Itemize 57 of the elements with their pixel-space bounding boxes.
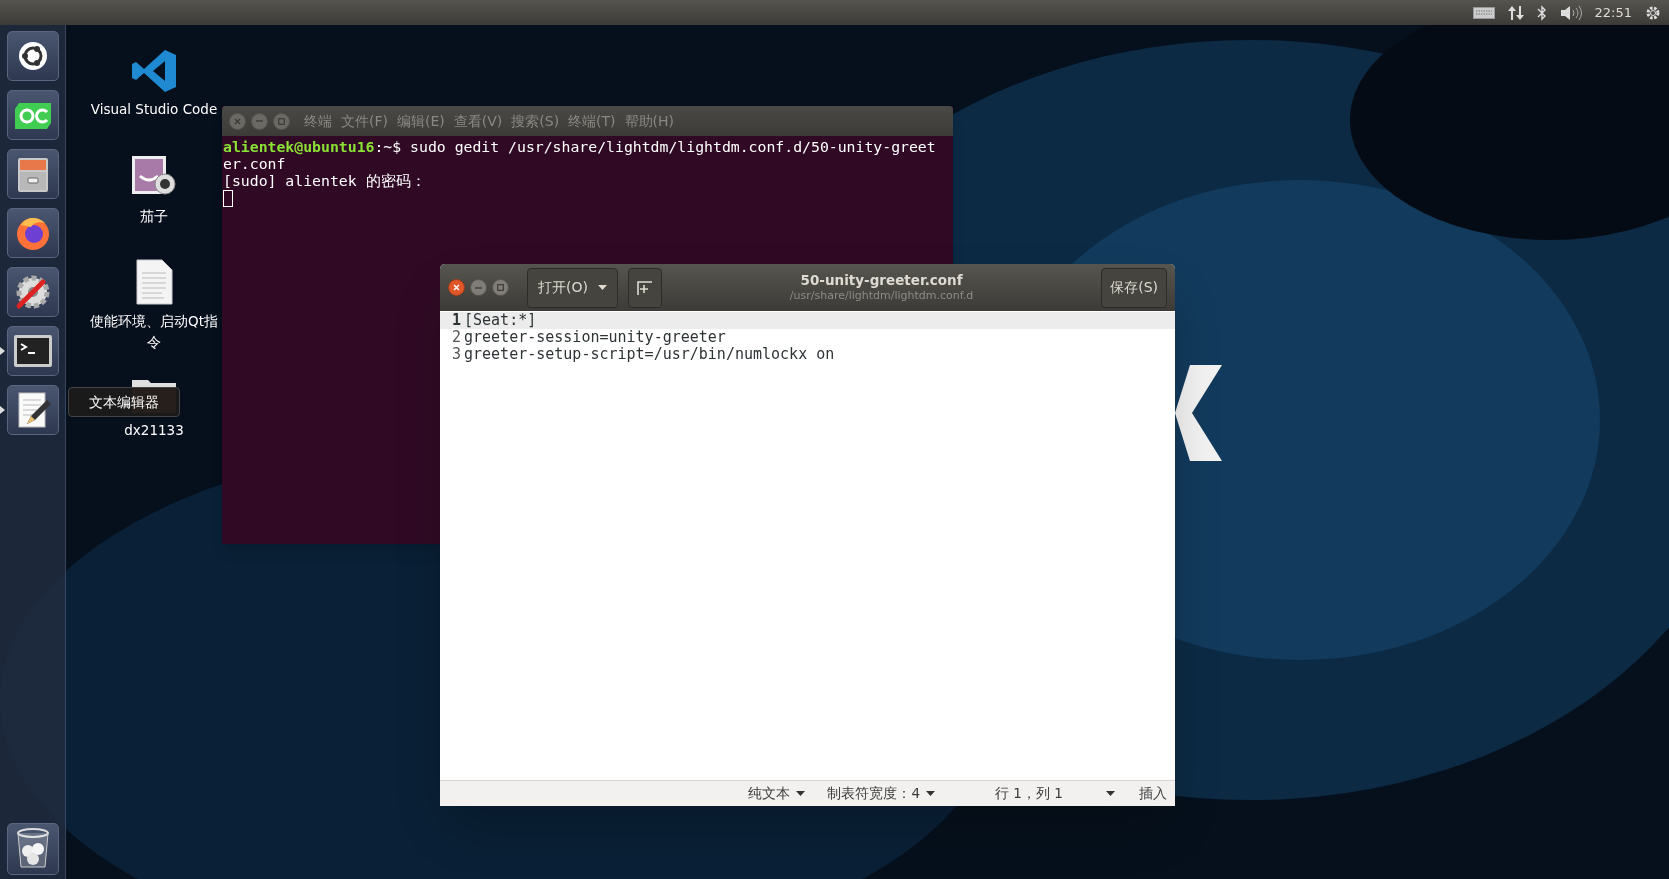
window-title: 终端 [304, 111, 332, 131]
save-button[interactable]: 保存(S) [1101, 267, 1167, 308]
code-text: greeter-setup-script=/usr/bin/numlockx on [464, 346, 835, 363]
close-button[interactable] [448, 279, 465, 296]
language-dropdown[interactable]: 纯文本 [748, 783, 806, 804]
code-text: greeter-session=unity-greeter [464, 329, 726, 346]
terminal-line: er.conf [223, 155, 287, 172]
launcher-item[interactable] [6, 208, 59, 258]
launcher-item[interactable] [6, 90, 59, 140]
code-text: [Seat:*] [464, 312, 537, 329]
caret-icon [1106, 791, 1115, 796]
maximize-button[interactable] [492, 279, 509, 296]
terminal-cursor [223, 190, 233, 207]
minimize-icon [256, 120, 263, 122]
insert-mode: 插入 [1139, 784, 1167, 804]
desktop-icon-label[interactable]: dx21133 [84, 420, 224, 441]
document-icon [135, 259, 173, 305]
tab-width-dropdown[interactable]: 制表符宽度：4 [827, 783, 935, 804]
bluetooth-icon[interactable] [1536, 4, 1547, 21]
maximize-icon [278, 117, 285, 125]
minimize-button[interactable] [470, 279, 487, 296]
terminal-icon [12, 333, 53, 369]
close-icon [453, 284, 460, 291]
launcher-item[interactable] [6, 149, 59, 199]
line-number: 1 [450, 312, 462, 329]
launcher-item[interactable] [6, 267, 59, 317]
desktop-icon-label[interactable]: 使能环境、启动Qt指令 [84, 311, 224, 353]
desktop-icon-label[interactable]: 茄子 [84, 206, 224, 227]
launcher-item[interactable] [6, 823, 59, 875]
caret-icon [796, 791, 806, 796]
keyboard-icon[interactable] [1472, 6, 1495, 19]
network-arrows-icon[interactable] [1507, 4, 1524, 21]
terminal-line: [sudo] alientek 的密码： [223, 172, 427, 189]
close-icon [234, 117, 241, 125]
maximize-icon [497, 284, 504, 291]
tooltip-text: 文本编辑器 [89, 392, 159, 412]
desktop-icon-label[interactable]: Visual Studio Code [84, 99, 224, 120]
launcher-item[interactable] [6, 326, 59, 376]
clock[interactable]: 22:51 [1594, 2, 1632, 23]
launcher-item[interactable] [6, 385, 59, 435]
caret-icon [926, 791, 935, 796]
line-number: 2 [450, 329, 462, 346]
cursor-position-dropdown[interactable]: 行 1，列 1 [995, 783, 1115, 804]
launcher-item[interactable] [6, 31, 59, 81]
volume-icon[interactable] [1559, 4, 1582, 21]
open-button[interactable]: 打开(O) [527, 267, 618, 308]
power-gear-icon[interactable] [1645, 4, 1661, 21]
desktop-icon[interactable] [135, 259, 173, 305]
line-number: 3 [450, 346, 462, 363]
terminal-line: alientek@ubuntu16:~$ sudo gedit /usr/share/lightdm/lightdm.conf.d/50-unity-greet [223, 138, 937, 155]
window-title: 50-unity-greeter.conf [800, 272, 963, 288]
window-subtitle: /usr/share/lightdm/lightdm.conf.d [789, 288, 974, 303]
new-tab-button[interactable] [627, 267, 662, 308]
caret-icon [597, 285, 607, 290]
vscode-logo-icon [131, 49, 177, 93]
new-tab-icon [636, 280, 653, 295]
minimize-icon [475, 286, 482, 289]
